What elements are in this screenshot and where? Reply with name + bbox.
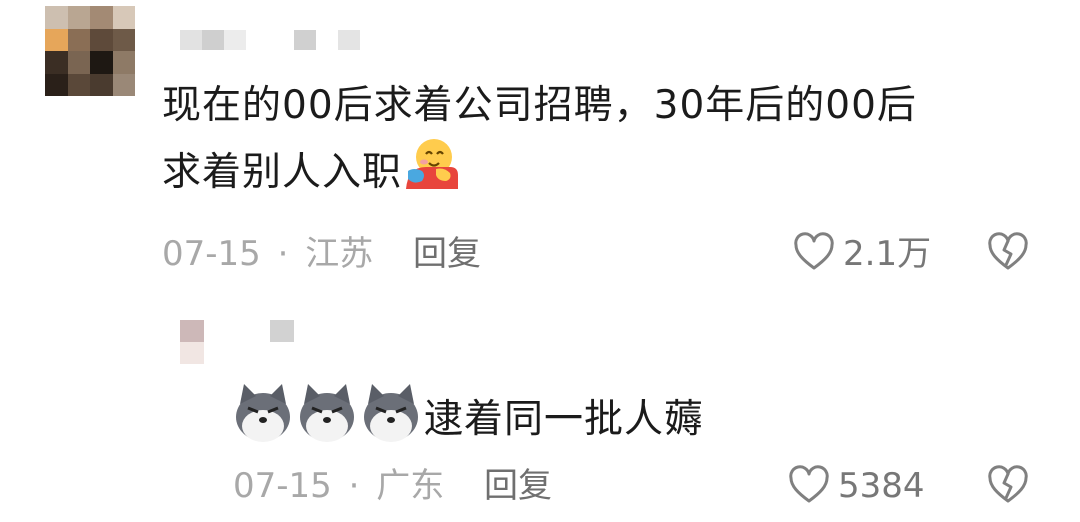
husky-dog-emoji	[360, 382, 422, 444]
reply-text: 逮着同一批人薅	[424, 397, 705, 442]
reply-location: 广东	[376, 466, 445, 506]
broken-heart-icon[interactable]	[987, 465, 1029, 505]
heart-outline-icon[interactable]	[793, 232, 835, 272]
meta-separator: ·	[348, 466, 360, 506]
commenter-avatar[interactable]	[45, 6, 135, 96]
comment-location: 江苏	[305, 234, 374, 274]
heart-outline-icon[interactable]	[788, 465, 830, 505]
meta-separator: ·	[277, 234, 289, 274]
comment-text-line-2: 求着别人入职	[162, 150, 403, 195]
reply-reply-button[interactable]: 回复	[484, 466, 552, 506]
broken-heart-icon[interactable]	[987, 232, 1029, 272]
reply-like-count: 5384	[838, 466, 925, 506]
reply-date: 07-15	[233, 466, 332, 506]
husky-dog-emoji	[232, 382, 294, 444]
comment-like-count: 2.1万	[843, 234, 932, 274]
comment-meta: 07-15 · 江苏	[162, 234, 373, 274]
comment-text-line-1: 现在的00后求着公司招聘，30年后的00后	[162, 83, 917, 128]
reply-meta: 07-15 · 广东	[233, 466, 444, 506]
reply-text-row: 逮着同一批人薅	[232, 382, 704, 449]
comment-reply-button[interactable]: 回复	[413, 234, 481, 274]
comment-date: 07-15	[162, 234, 261, 274]
reply-author-name[interactable]	[270, 320, 294, 342]
commenter-name[interactable]	[180, 30, 360, 50]
husky-dog-emoji	[296, 382, 358, 444]
reply-avatar[interactable]	[180, 320, 204, 364]
hugging-face-emoji	[402, 135, 459, 191]
comment-text: 现在的00后求着公司招聘，30年后的00后 求着别人入职	[162, 77, 917, 202]
